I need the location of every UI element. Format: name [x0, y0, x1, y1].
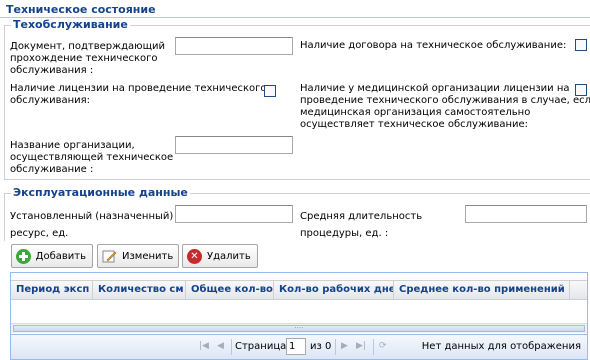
column-header[interactable]: Период эксп — [11, 281, 93, 299]
operation-legend: Эксплуатационные данные — [11, 186, 190, 199]
org-label: Название организации, осуществляющей тех… — [10, 140, 174, 175]
license-label: Наличие лицензии на проведение техническ… — [10, 83, 267, 106]
paging-toolbar: |◀ ◀ Страница 1 из 0 ▶ ▶| ⟳ Нет данных д… — [11, 334, 587, 359]
contract-checkbox[interactable] — [575, 39, 587, 51]
maintenance-legend: Техобслуживание — [11, 18, 130, 31]
page-label: Страница — [235, 341, 287, 352]
pencil-icon — [102, 249, 117, 264]
column-header[interactable]: Кол-во рабочих дне — [274, 281, 394, 299]
duration-input[interactable] — [465, 205, 587, 223]
delete-button-label: Удалить — [207, 250, 251, 262]
scrollbar-thumb[interactable]: ···· — [13, 325, 585, 332]
grid-header: Период эксп Количество см Общее кол-во К… — [11, 280, 587, 300]
column-header[interactable]: Общее кол-во — [186, 281, 274, 299]
pager-separator — [373, 339, 374, 355]
empty-message: Нет данных для отображения — [421, 341, 581, 352]
pager-separator — [335, 339, 336, 355]
pager-separator — [231, 339, 232, 355]
refresh-icon[interactable]: ⟳ — [379, 341, 387, 351]
med-license-checkbox[interactable] — [575, 84, 587, 96]
contract-label: Наличие договора на техническое обслужив… — [300, 40, 567, 51]
prev-page-icon[interactable]: ◀ — [217, 341, 224, 351]
next-page-icon[interactable]: ▶ — [341, 341, 348, 351]
page-title: Техническое состояние — [6, 3, 156, 16]
add-button[interactable]: Добавить — [11, 244, 93, 268]
first-page-icon[interactable]: |◀ — [199, 341, 209, 351]
resource-input[interactable] — [175, 205, 293, 223]
edit-button[interactable]: Изменить — [97, 244, 179, 268]
resource-label: Установленный (назначенный) ресурс, ед. — [10, 211, 174, 239]
page-number-input[interactable]: 1 — [286, 338, 306, 355]
edit-button-label: Изменить — [122, 250, 174, 262]
doc-label: Документ, подтверждающий прохождение тех… — [10, 41, 165, 76]
page-count: из 0 — [310, 341, 332, 352]
horizontal-scrollbar[interactable]: ···· — [11, 323, 587, 333]
license-checkbox[interactable] — [264, 85, 276, 97]
delete-button[interactable]: ✕ Удалить — [182, 244, 258, 268]
org-input[interactable] — [175, 136, 293, 154]
delete-icon: ✕ — [187, 248, 202, 264]
duration-label: Средняя длительность процедуры, ед. : — [300, 211, 423, 239]
med-license-label: Наличие у медицинской организации лиценз… — [300, 83, 590, 130]
column-header[interactable]: Количество см — [93, 281, 186, 299]
last-page-icon[interactable]: ▶| — [356, 341, 366, 351]
plus-icon — [16, 248, 31, 264]
column-header[interactable]: Среднее кол-во применений в — [394, 281, 570, 299]
doc-input[interactable] — [175, 37, 293, 55]
add-button-label: Добавить — [35, 250, 86, 262]
usage-grid: Период эксп Количество см Общее кол-во К… — [10, 272, 588, 360]
